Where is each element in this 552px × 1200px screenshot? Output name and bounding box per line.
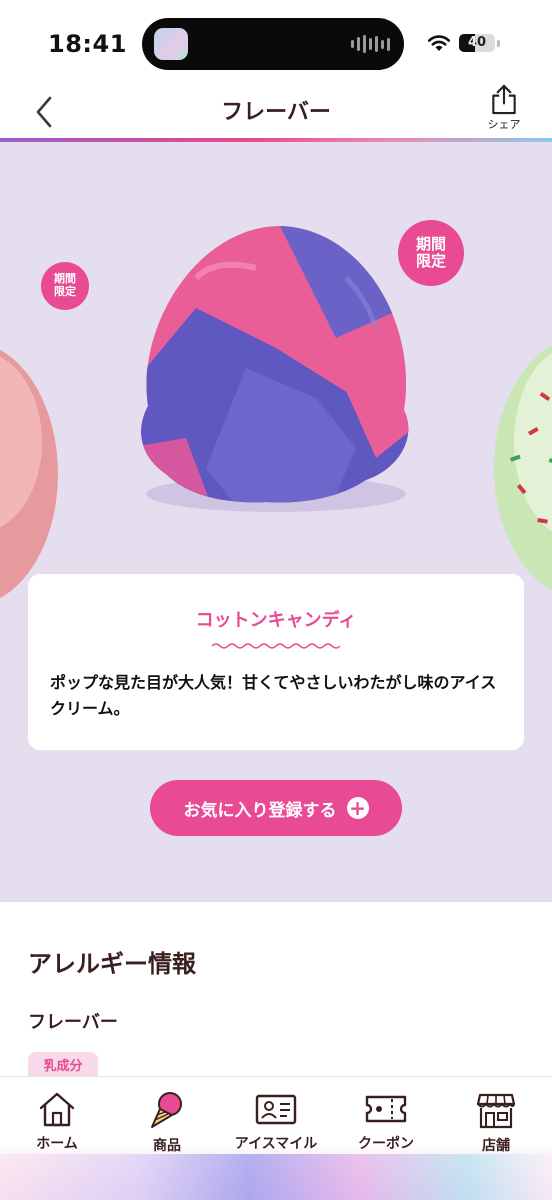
wifi-icon bbox=[427, 34, 451, 52]
ice-cream-icon bbox=[151, 1092, 182, 1128]
wave-divider bbox=[212, 643, 340, 649]
flavor-info-card: コットンキャンディ ポップな見た目が大人気！甘くてやさしいわたがし味のアイスクリ… bbox=[28, 574, 524, 750]
battery-level: 40 bbox=[467, 35, 487, 50]
nav-label: ホーム bbox=[36, 1136, 78, 1152]
bottom-navigation: ホーム 商品 アイスマイル クーポン 店舗 bbox=[0, 1076, 552, 1200]
badge-line-1: 期間 bbox=[415, 234, 446, 253]
cotton-candy-scoop-image[interactable] bbox=[126, 218, 426, 518]
live-activity-app-icon bbox=[154, 28, 188, 60]
coupon-icon bbox=[365, 1095, 407, 1123]
flavor-name: コットンキャンディ bbox=[195, 610, 357, 631]
allergy-section-title: アレルギー情報 bbox=[28, 950, 196, 978]
battery-icon: 40 bbox=[459, 34, 495, 52]
flavor-carousel[interactable]: 期間 限定 期間 限定 コットンキャンディ ポップな見た目が大人気！甘くてやさし… bbox=[0, 142, 552, 902]
add-favorite-button[interactable]: お気に入り登録する + bbox=[150, 780, 402, 836]
badge-line-2: 限定 bbox=[415, 252, 446, 270]
nav-label: 商品 bbox=[153, 1138, 181, 1154]
nav-item-coupon[interactable]: クーポン bbox=[331, 1091, 441, 1153]
store-icon bbox=[476, 1093, 516, 1129]
status-time: 18:41 bbox=[48, 30, 127, 58]
limited-time-badge: 期間 限定 bbox=[398, 220, 464, 286]
share-button[interactable]: シェア bbox=[480, 84, 528, 132]
nav-item-products[interactable]: 商品 bbox=[112, 1091, 222, 1155]
status-bar: 18:41 40 bbox=[0, 0, 552, 82]
nav-label: アイスマイル bbox=[234, 1136, 318, 1152]
share-icon bbox=[492, 84, 516, 115]
nav-item-store[interactable]: 店舗 bbox=[441, 1091, 551, 1155]
page-title: フレーバー bbox=[221, 100, 331, 125]
nav-label: 店舗 bbox=[482, 1138, 510, 1154]
add-favorite-label: お気に入り登録する bbox=[183, 800, 337, 821]
strawberry-scoop-image[interactable] bbox=[0, 292, 60, 622]
limited-time-badge: 期間 限定 bbox=[41, 262, 89, 310]
member-card-icon bbox=[255, 1094, 297, 1125]
flavor-description: ポップな見た目が大人気！甘くてやさしいわたがし味のアイスクリーム。 bbox=[50, 673, 497, 718]
badge-line-2: 限定 bbox=[54, 285, 76, 298]
mint-sprinkle-scoop-image[interactable] bbox=[490, 272, 552, 612]
nav-label: クーポン bbox=[358, 1136, 414, 1152]
nav-gradient-glow bbox=[0, 1154, 552, 1200]
audio-wave-icon bbox=[351, 35, 390, 53]
nav-item-aismile[interactable]: アイスマイル bbox=[221, 1091, 331, 1153]
status-indicators: 40 bbox=[427, 34, 500, 52]
plus-icon: + bbox=[346, 797, 369, 819]
dynamic-island bbox=[142, 18, 404, 70]
home-icon bbox=[39, 1092, 75, 1127]
battery-cap bbox=[497, 39, 500, 47]
share-label: シェア bbox=[487, 118, 521, 131]
nav-item-home[interactable]: ホーム bbox=[2, 1091, 112, 1153]
app-header: フレーバー シェア bbox=[0, 82, 552, 138]
allergy-subheading: フレーバー bbox=[28, 1012, 118, 1033]
